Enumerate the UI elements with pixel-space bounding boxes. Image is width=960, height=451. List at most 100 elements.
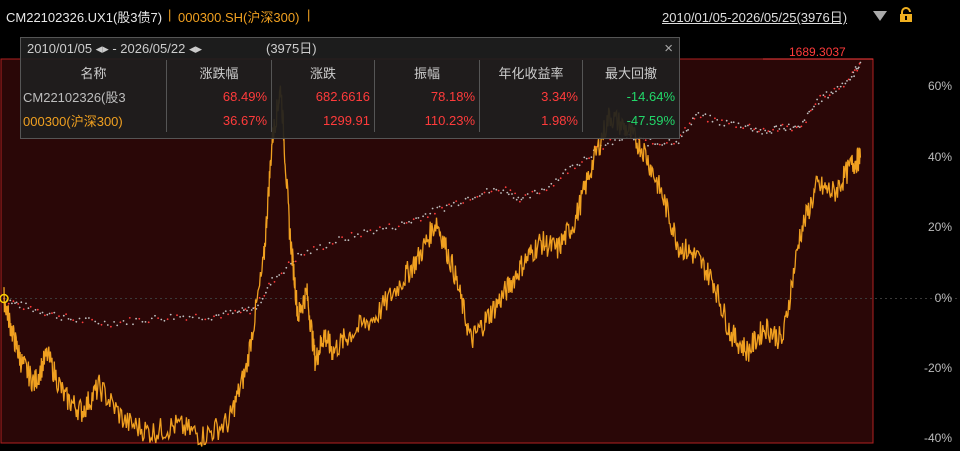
fund-series-point [751, 129, 754, 132]
fund-series-point [803, 119, 806, 122]
fund-series-point [709, 114, 712, 117]
fund-series-point [297, 252, 299, 255]
fund-series-point [614, 139, 616, 141]
fund-symbol-label[interactable]: CM22102326.UX1(股3债7) [6, 7, 162, 26]
fund-series-point [481, 193, 483, 195]
fund-series-point [401, 221, 403, 224]
fund-series-point [512, 197, 515, 199]
fund-series-point [758, 130, 760, 133]
fund-series-point [69, 318, 72, 321]
fund-series-point [490, 190, 493, 193]
fund-series-point [249, 312, 252, 315]
fund-series-point [266, 287, 269, 289]
fund-series-point [590, 156, 593, 158]
fund-series-point [58, 315, 60, 318]
fund-series-point [583, 156, 586, 159]
fund-series-point [231, 312, 234, 315]
fund-series-point [353, 235, 356, 238]
fund-series-point [819, 94, 822, 97]
fund-series-point [533, 189, 536, 192]
fund-series-point [770, 132, 773, 134]
fund-series-point [822, 94, 825, 97]
fund-series-point [723, 124, 726, 127]
fund-series-point [173, 318, 175, 320]
fund-series-point [147, 321, 150, 324]
fund-series-point [517, 196, 520, 199]
fund-series-point [852, 71, 855, 74]
fund-series-point [515, 198, 518, 201]
fund-series-point [509, 189, 512, 192]
fund-series-point [55, 317, 58, 319]
row-max-drawdown: -14.64% [626, 88, 675, 104]
fund-series-point [426, 216, 429, 219]
fund-series-point [800, 125, 803, 128]
triangle-down-icon[interactable] [872, 9, 888, 23]
fund-series-point [450, 205, 453, 207]
fund-series-point [106, 324, 109, 326]
fund-series-point [706, 120, 709, 123]
fund-series-point [334, 241, 337, 244]
fund-series-point [805, 121, 807, 124]
fund-series-point [15, 301, 18, 304]
fund-series-point [328, 241, 331, 244]
fund-series-point [576, 163, 579, 166]
fund-series-point [495, 188, 498, 191]
fund-series-point [838, 88, 840, 90]
row-name: CM22102326(股3 [21, 84, 167, 108]
stats-header-row: 名称 涨跌幅 涨跌 振幅 年化收益率 最大回撤 [21, 60, 679, 84]
fund-series-point [448, 203, 450, 206]
fund-series-point [303, 254, 306, 256]
fund-series-point [789, 128, 792, 130]
lock-icon[interactable] [898, 7, 914, 23]
fund-series-point [379, 226, 381, 229]
fund-series-point [753, 128, 756, 131]
fund-series-point [853, 75, 855, 78]
fund-series-point [204, 318, 207, 321]
fund-series-point [198, 317, 200, 319]
fund-series-point [830, 91, 833, 94]
stats-row-index[interactable]: 000300(沪深300) 36.67% 1299.91 110.23% 1.9… [21, 108, 679, 132]
fund-series-point [806, 112, 809, 115]
fund-series-point [675, 140, 678, 143]
fund-series-point [827, 96, 829, 99]
fund-series-point [497, 189, 500, 192]
index-symbol-label[interactable]: 000300.SH(沪深300) [178, 7, 299, 26]
fund-series-point [222, 312, 225, 315]
fund-series-point [574, 167, 576, 170]
col-header-change: 涨跌 [271, 60, 375, 84]
close-icon[interactable]: × [664, 38, 673, 60]
fund-series-point [424, 213, 427, 215]
fund-series-point [602, 148, 605, 150]
fund-series-point [405, 222, 408, 224]
fund-series-point [17, 303, 20, 305]
panel-date-range[interactable]: 2010/01/05 ◂▸ - 2026/05/22 ◂▸ [27, 38, 202, 60]
fund-series-point [792, 126, 795, 128]
fund-series-point [157, 317, 160, 319]
fund-series-point [524, 194, 527, 196]
date-range-selector[interactable]: 2010/01/05-2026/05/25(3976日) [662, 7, 847, 26]
fund-series-point [485, 188, 488, 190]
fund-series-point [72, 319, 75, 321]
fund-series-point [836, 85, 839, 88]
fund-series-point [716, 119, 719, 121]
fund-series-point [224, 310, 227, 312]
fund-series-point [375, 229, 378, 232]
col-header-annual: 年化收益率 [479, 60, 583, 84]
panel-header: 2010/01/05 ◂▸ - 2026/05/22 ◂▸ (3975日) × [21, 38, 679, 60]
fund-series-point [319, 244, 321, 246]
y-tick-label: 40% [927, 149, 952, 164]
fund-series-point [844, 82, 847, 85]
fund-series-point [780, 124, 782, 127]
fund-series-point [808, 110, 811, 113]
fund-series-point [504, 186, 507, 189]
fund-series-point [227, 313, 230, 316]
fund-series-point [44, 314, 46, 317]
fund-series-point [179, 316, 182, 318]
fund-series-point [110, 325, 112, 328]
col-header-change-pct: 涨跌幅 [166, 60, 272, 84]
fund-series-point [75, 320, 78, 323]
fund-series-point [693, 117, 696, 120]
fund-series-point [828, 94, 831, 97]
fund-series-point [688, 122, 691, 125]
stats-row-fund[interactable]: CM22102326(股3 68.49% 682.6616 78.18% 3.3… [21, 84, 679, 108]
